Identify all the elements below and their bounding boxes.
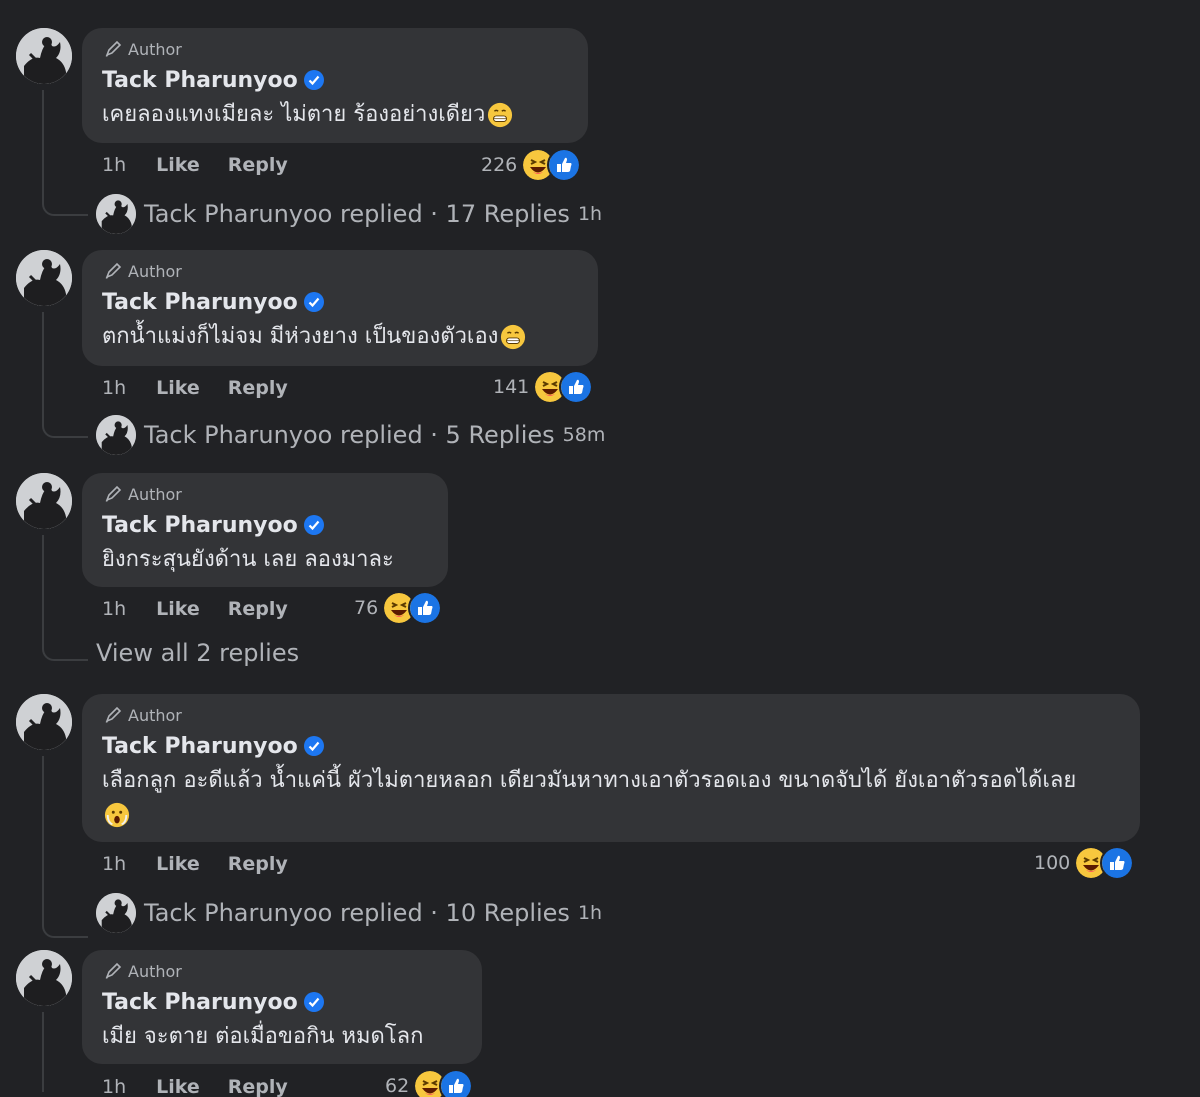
grinning-emoji-icon — [487, 102, 513, 128]
comment-text: เคยลองแทงเมียละ ไม่ตาย ร้องอย่างเดียว — [102, 98, 568, 132]
commenter-name[interactable]: Tack Pharunyoo — [102, 990, 298, 1015]
reply-button[interactable]: Reply — [228, 1076, 288, 1097]
avatar[interactable] — [16, 250, 72, 306]
verified-badge-icon — [303, 992, 324, 1012]
reply-button[interactable]: Reply — [228, 598, 288, 620]
avatar — [96, 194, 136, 234]
like-reaction-icon — [1100, 846, 1135, 880]
view-replies-link[interactable]: Tack Pharunyoo replied · 10 Replies 1h — [96, 893, 602, 933]
avatar — [96, 415, 136, 455]
like-reaction-icon — [439, 1069, 474, 1097]
reply-time: 1h — [577, 902, 603, 924]
comment-text: เลือกลูก อะดีแล้ว น้ำแค่นี้ ผัวไม่ตายหลอ… — [102, 764, 1102, 832]
screaming-emoji-icon — [104, 802, 130, 828]
author-badge: Author — [104, 38, 568, 60]
reply-button[interactable]: Reply — [228, 154, 288, 176]
verified-badge-icon — [303, 515, 324, 535]
reply-time: 1h — [577, 203, 603, 225]
commenter-name[interactable]: Tack Pharunyoo — [102, 513, 298, 538]
like-button[interactable]: Like — [156, 598, 200, 620]
comment-actions: 1h Like Reply — [102, 150, 316, 180]
pen-icon — [104, 485, 124, 503]
reply-summary[interactable]: Tack Pharunyoo replied · 5 Replies — [144, 421, 555, 449]
reaction-count: 100 — [1034, 852, 1071, 874]
comment-actions: 1h Like Reply — [102, 1072, 316, 1097]
comment-bubble: Author Tack Pharunyoo ยิงกระสุนยังด้าน เ… — [82, 473, 448, 587]
author-badge-label: Author — [128, 705, 182, 725]
comment-feed: Author Tack Pharunyoo เคยลองแทงเมียละ ไม… — [0, 0, 1200, 1097]
like-reaction-icon — [408, 591, 443, 625]
reaction-summary[interactable]: 141 — [493, 370, 594, 404]
view-replies-link[interactable]: Tack Pharunyoo replied · 5 Replies 58m — [96, 415, 605, 455]
like-button[interactable]: Like — [156, 377, 200, 399]
comment-bubble: Author Tack Pharunyoo ตกน้ำแม่งก็ไม่จม ม… — [82, 250, 598, 366]
comment-bubble: Author Tack Pharunyoo เคยลองแทงเมียละ ไม… — [82, 28, 588, 143]
author-badge: Author — [104, 960, 462, 982]
like-button[interactable]: Like — [156, 154, 200, 176]
reply-summary[interactable]: Tack Pharunyoo replied · 17 Replies — [144, 200, 570, 228]
avatar[interactable] — [16, 473, 72, 529]
comment-actions: 1h Like Reply — [102, 373, 316, 403]
commenter-name[interactable]: Tack Pharunyoo — [102, 290, 298, 315]
verified-badge-icon — [303, 70, 324, 90]
avatar[interactable] — [16, 950, 72, 1006]
reaction-summary[interactable]: 62 — [385, 1069, 474, 1097]
reply-summary[interactable]: Tack Pharunyoo replied · 10 Replies — [144, 899, 570, 927]
author-badge: Author — [104, 260, 578, 282]
comment-time[interactable]: 1h — [102, 598, 126, 620]
like-reaction-icon — [547, 148, 582, 182]
reply-button[interactable]: Reply — [228, 377, 288, 399]
comment-actions: 1h Like Reply — [102, 849, 316, 879]
reaction-summary[interactable]: 76 — [354, 591, 443, 625]
pen-icon — [104, 962, 124, 980]
reply-button[interactable]: Reply — [228, 853, 288, 875]
comment-time[interactable]: 1h — [102, 154, 126, 176]
reaction-count: 76 — [354, 597, 379, 619]
author-badge-label: Author — [128, 484, 182, 504]
comment-time[interactable]: 1h — [102, 1076, 126, 1097]
avatar[interactable] — [16, 28, 72, 84]
reaction-summary[interactable]: 100 — [1034, 846, 1135, 880]
view-replies-link[interactable]: Tack Pharunyoo replied · 17 Replies 1h — [96, 194, 602, 234]
grinning-emoji-icon — [500, 324, 526, 350]
author-badge-label: Author — [128, 961, 182, 981]
reply-time: 58m — [562, 424, 606, 446]
verified-badge-icon — [303, 292, 324, 312]
comment-text: เมีย จะตาย ต่อเมื่อขอกิน หมดโลก — [102, 1024, 424, 1049]
avatar — [96, 893, 136, 933]
commenter-name[interactable]: Tack Pharunyoo — [102, 68, 298, 93]
reaction-count: 226 — [481, 154, 518, 176]
author-badge: Author — [104, 483, 428, 505]
author-badge-label: Author — [128, 39, 182, 59]
commenter-name[interactable]: Tack Pharunyoo — [102, 734, 298, 759]
pen-icon — [104, 262, 124, 280]
like-button[interactable]: Like — [156, 853, 200, 875]
comment-text: ตกน้ำแม่งก็ไม่จม มีห่วงยาง เป็นของตัวเอง — [102, 320, 578, 354]
reaction-count: 62 — [385, 1075, 410, 1097]
view-all-replies-link[interactable]: View all 2 replies — [96, 639, 299, 667]
like-reaction-icon — [559, 370, 594, 404]
verified-badge-icon — [303, 736, 324, 756]
pen-icon — [104, 40, 124, 58]
comment-time[interactable]: 1h — [102, 853, 126, 875]
like-button[interactable]: Like — [156, 1076, 200, 1097]
comment-text: ยิงกระสุนยังด้าน เลย ลองมาละ — [102, 547, 394, 572]
pen-icon — [104, 706, 124, 724]
comment-time[interactable]: 1h — [102, 377, 126, 399]
reaction-count: 141 — [493, 376, 530, 398]
reaction-summary[interactable]: 226 — [481, 148, 582, 182]
comment-actions: 1h Like Reply — [102, 594, 316, 624]
comment-bubble: Author Tack Pharunyoo เลือกลูก อะดีแล้ว … — [82, 694, 1140, 842]
avatar[interactable] — [16, 694, 72, 750]
author-badge: Author — [104, 704, 1120, 726]
comment-bubble: Author Tack Pharunyoo เมีย จะตาย ต่อเมื่… — [82, 950, 482, 1064]
author-badge-label: Author — [128, 261, 182, 281]
